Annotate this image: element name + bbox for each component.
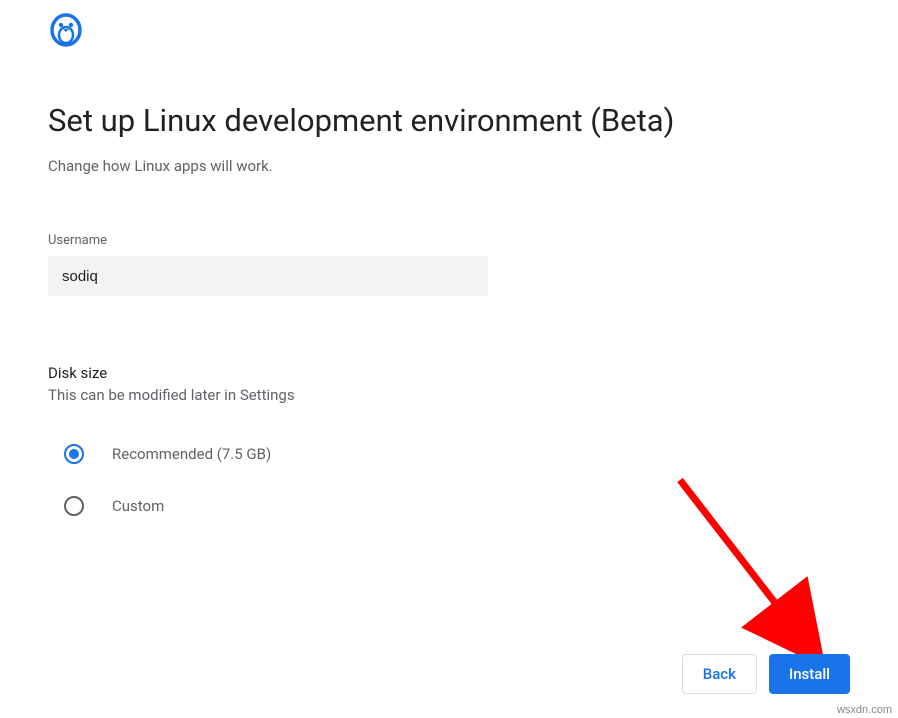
page-subtitle: Change how Linux apps will work. <box>48 157 850 175</box>
page-title: Set up Linux development environment (Be… <box>48 102 850 139</box>
back-button[interactable]: Back <box>682 654 757 694</box>
username-input[interactable] <box>48 256 488 296</box>
install-button[interactable]: Install <box>769 654 850 694</box>
radio-option-custom[interactable]: Custom <box>64 496 850 516</box>
disk-size-subtitle: This can be modified later in Settings <box>48 386 850 404</box>
watermark-text: wsxdn.com <box>837 704 892 716</box>
radio-unselected-icon <box>64 496 84 516</box>
penguin-icon <box>48 12 850 52</box>
disk-size-title: Disk size <box>48 364 850 382</box>
radio-label-custom: Custom <box>112 497 164 515</box>
radio-selected-icon <box>64 444 84 464</box>
radio-option-recommended[interactable]: Recommended (7.5 GB) <box>64 444 850 464</box>
radio-label-recommended: Recommended (7.5 GB) <box>112 445 271 463</box>
username-label: Username <box>48 233 850 248</box>
